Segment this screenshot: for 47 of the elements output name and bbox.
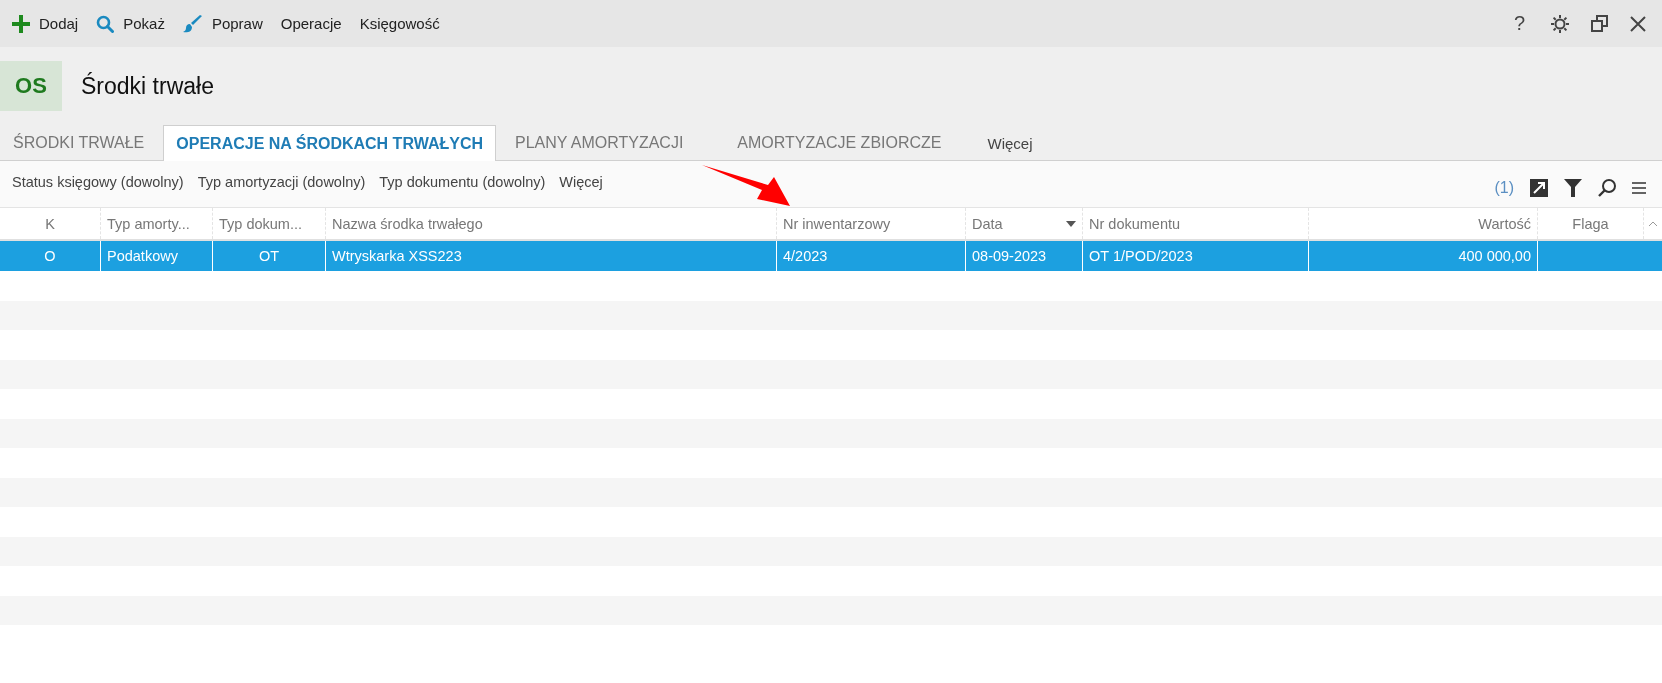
scroll-up-icon[interactable] — [1648, 220, 1658, 227]
column-header[interactable]: Nazwa środka trwałego — [325, 208, 776, 239]
filter-button[interactable]: Typ dokumentu (dowolny) — [379, 174, 546, 190]
filter-count: (1) — [1494, 179, 1514, 197]
page-title: Środki trwałe — [81, 72, 214, 100]
table-cell: OT 1/POD/2023 — [1089, 248, 1193, 264]
restore-icon[interactable] — [1591, 15, 1608, 32]
settings-icon[interactable] — [1551, 14, 1569, 33]
table-cell: 08-09-2023 — [972, 248, 1047, 264]
column-header[interactable]: Nr dokumentu — [1082, 208, 1308, 239]
toolbar-button[interactable]: Księgowość — [359, 13, 440, 34]
column-header[interactable]: Flaga — [1537, 208, 1643, 239]
table-cell: 400 000,00 — [1458, 248, 1531, 264]
toolbar-button[interactable]: Pokaż — [96, 12, 165, 35]
filter-icon[interactable] — [1564, 179, 1582, 197]
table-cell: Podatkowy — [107, 248, 178, 264]
tab[interactable]: Więcej — [974, 125, 1046, 160]
column-header[interactable]: K — [0, 208, 100, 239]
toolbar-button[interactable]: Dodaj — [12, 12, 79, 35]
column-header[interactable]: Typ amorty... — [100, 208, 212, 239]
filter-button[interactable]: Status księgowy (dowolny) — [12, 174, 184, 190]
close-icon[interactable] — [1630, 15, 1646, 32]
table-row[interactable]: O Podatkowy OT Wtryskarka XSS223 4/2023 08-09-2023 OT 1/POD/2023 400 000,00 — [0, 241, 1662, 271]
table-cell: Wtryskarka XSS223 — [332, 248, 462, 264]
column-header[interactable]: Data — [965, 208, 1082, 239]
help-button[interactable]: ? — [1509, 12, 1529, 35]
toolbar-button[interactable]: Operacje — [280, 13, 342, 34]
search-icon — [96, 14, 115, 33]
column-header[interactable]: Typ dokum... — [212, 208, 325, 239]
filter-button[interactable]: Typ amortyzacji (dowolny) — [197, 174, 366, 190]
tab[interactable]: PLANY AMORTYZACJI — [502, 125, 697, 160]
filter-button[interactable]: Więcej — [559, 174, 603, 190]
tab[interactable]: OPERACJE NA ŚRODKACH TRWAŁYCH — [163, 125, 496, 161]
table-cell: 4/2023 — [783, 248, 828, 264]
export-icon[interactable] — [1530, 179, 1548, 197]
toolbar-button[interactable]: Popraw — [182, 12, 263, 35]
tab[interactable]: AMORTYZACJE ZBIORCZE — [724, 125, 955, 160]
menu-icon[interactable] — [1632, 182, 1646, 194]
brush-icon — [182, 14, 203, 33]
module-badge: OS — [0, 61, 62, 111]
search-icon[interactable] — [1598, 179, 1616, 197]
tab[interactable]: ŚRODKI TRWAŁE — [0, 125, 158, 160]
table-cell: OT — [258, 248, 280, 264]
plus-icon — [12, 14, 30, 33]
table-cell: O — [44, 248, 56, 264]
column-header[interactable]: Wartość — [1308, 208, 1537, 239]
column-header[interactable]: Nr inwentarzowy — [776, 208, 965, 239]
